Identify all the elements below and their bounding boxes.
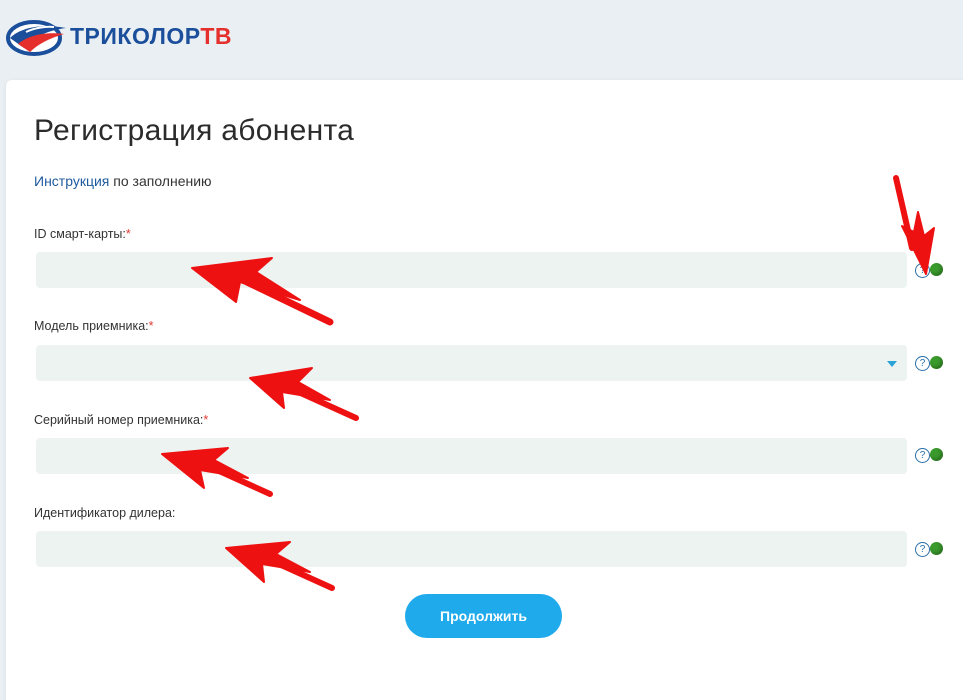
receiver-serial-input[interactable] bbox=[36, 438, 907, 474]
receiver-model-label: Модель приемника:* bbox=[34, 319, 154, 333]
tricolor-logo[interactable]: ТРИКОЛОРТВ bbox=[4, 14, 232, 58]
smart-card-id-help-icon[interactable]: ? bbox=[915, 263, 930, 278]
smart-card-id-input[interactable] bbox=[36, 252, 907, 288]
instruction-text: по заполнению bbox=[109, 173, 212, 189]
page-title: Регистрация абонента bbox=[34, 114, 355, 147]
dealer-id-status-icon bbox=[930, 542, 943, 555]
tricolor-emblem-icon bbox=[6, 20, 66, 56]
logo-wordmark: ТРИКОЛОРТВ bbox=[70, 22, 233, 49]
smart-card-id-label: ID смарт-карты:* bbox=[34, 227, 131, 241]
required-asterisk: * bbox=[203, 413, 209, 427]
site-header: ТРИКОЛОРТВ bbox=[0, 0, 963, 80]
dealer-id-input[interactable] bbox=[36, 531, 907, 567]
continue-button[interactable]: Продолжить bbox=[405, 594, 562, 638]
instruction-line: Инструкция по заполнению bbox=[34, 173, 212, 189]
receiver-serial-label: Серийный номер приемника:* bbox=[34, 413, 209, 427]
receiver-serial-status-icon bbox=[930, 448, 943, 461]
receiver-model-status-icon bbox=[930, 356, 943, 369]
dealer-id-help-icon[interactable]: ? bbox=[915, 542, 930, 557]
chevron-down-icon bbox=[887, 361, 897, 367]
receiver-model-select[interactable] bbox=[36, 345, 907, 381]
instruction-link[interactable]: Инструкция bbox=[34, 173, 109, 189]
required-asterisk: * bbox=[125, 227, 131, 241]
required-asterisk: * bbox=[148, 319, 154, 333]
receiver-serial-help-icon[interactable]: ? bbox=[915, 448, 930, 463]
dealer-id-label: Идентификатор дилера: bbox=[34, 506, 176, 520]
smart-card-id-status-icon bbox=[930, 263, 943, 276]
receiver-model-help-icon[interactable]: ? bbox=[915, 356, 930, 371]
